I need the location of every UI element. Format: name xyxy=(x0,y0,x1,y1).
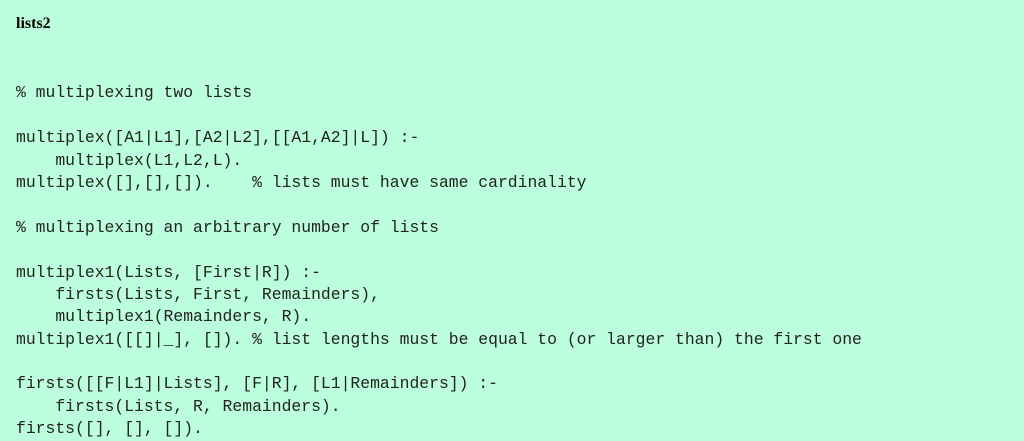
code-line: % multiplexing an arbitrary number of li… xyxy=(16,217,439,237)
code-line: multiplex(L1,L2,L). xyxy=(16,150,243,170)
code-line: firsts(Lists, R, Remainders). xyxy=(16,396,341,416)
code-line: firsts([[F|L1]|Lists], [F|R], [L1|Remain… xyxy=(16,374,498,394)
code-line: multiplex1(Remainders, R). xyxy=(16,307,312,327)
document-title: lists2 xyxy=(16,15,51,32)
code-line: multiplex1(Lists, [First|R]) :- xyxy=(16,262,321,282)
code-line: firsts([], [], []). xyxy=(16,419,203,439)
code-line: firsts(Lists, First, Remainders), xyxy=(16,284,380,304)
code-line: multiplex([],[],[]). % lists must have s… xyxy=(16,172,587,192)
code-line: multiplex1([[]|_], []). % list lengths m… xyxy=(16,329,862,349)
code-line: % multiplexing two lists xyxy=(16,83,253,103)
document-page: lists2 % multiplexing two lists multiplex… xyxy=(0,0,1024,441)
code-line: multiplex([A1|L1],[A2|L2],[[A1,A2]|L]) :… xyxy=(16,128,420,148)
code-block: % multiplexing two lists multiplex([A1|L1… xyxy=(16,60,862,441)
